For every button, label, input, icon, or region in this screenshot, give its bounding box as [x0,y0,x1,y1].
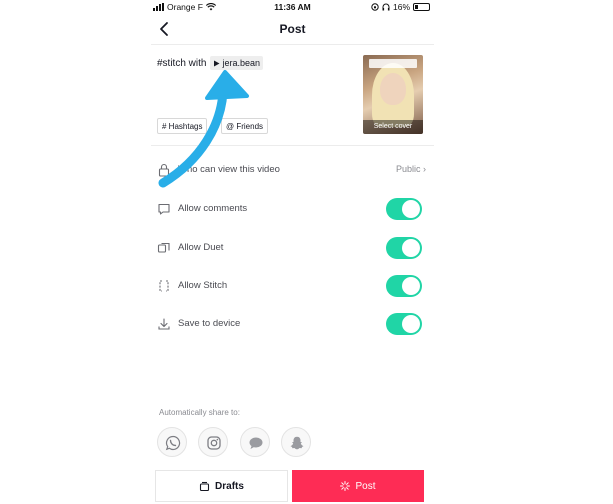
drafts-button[interactable]: Drafts [155,470,288,502]
post-button[interactable]: Post [292,470,424,502]
mention-username: jera.bean [222,58,260,68]
mention-tag[interactable]: jera.bean [210,56,263,70]
cover-face [380,73,406,105]
share-whatsapp-button[interactable] [157,427,187,457]
who-can-view-row[interactable]: Who can view this video Public › [151,158,434,182]
friends-label: @ Friends [226,121,264,131]
headphones-icon [382,3,390,11]
chevron-right-icon: › [423,164,426,174]
share-instagram-button[interactable] [198,427,228,457]
status-bar: Orange F 11:36 AM 16% [151,0,434,14]
messages-icon [249,437,263,449]
post-screen: Orange F 11:36 AM 16% Post #stitch with … [151,0,434,504]
share-messages-button[interactable] [240,427,270,457]
allow-comments-toggle[interactable] [386,198,422,220]
play-icon [214,60,220,66]
battery-percent: 16% [392,2,410,12]
allow-comments-row: Allow comments [151,197,434,221]
battery-icon [413,3,430,11]
comment-icon [158,203,170,215]
whatsapp-icon [165,435,181,451]
who-can-view-label: Who can view this video [178,164,280,175]
allow-stitch-row: Allow Stitch [151,274,434,298]
header-divider [151,44,434,45]
save-to-device-row: Save to device [151,312,434,336]
friends-button[interactable]: @ Friends [221,118,269,134]
allow-duet-row: Allow Duet [151,236,434,260]
save-to-device-toggle[interactable] [386,313,422,335]
drafts-icon [199,481,210,491]
cover-thumbnail[interactable]: Select cover [363,55,423,134]
hashtags-button[interactable]: # Hashtags [157,118,208,134]
duet-icon [157,242,170,253]
instagram-icon [207,436,221,450]
hashtags-label: # Hashtags [162,121,203,131]
drafts-label: Drafts [215,480,244,492]
page-title: Post [279,22,306,36]
allow-duet-label: Allow Duet [178,242,224,253]
allow-duet-toggle[interactable] [386,237,422,259]
header: Post [151,14,434,44]
share-label: Automatically share to: [159,408,240,417]
allow-stitch-label: Allow Stitch [178,280,228,291]
stitch-icon [159,280,169,292]
caption-input[interactable]: #stitch with jera.bean [157,56,263,70]
caption-text: #stitch with [157,57,207,69]
section-divider [151,145,434,146]
share-snapchat-button[interactable] [281,427,311,457]
allow-comments-label: Allow comments [178,203,248,214]
save-to-device-label: Save to device [178,318,241,329]
select-cover-label: Select cover [363,120,423,134]
lock-icon [158,163,170,177]
sparkle-icon [340,481,351,491]
privacy-value: Public › [395,164,426,174]
lock-rotation-icon [371,3,379,11]
cover-caption-strip [369,59,417,68]
snapchat-icon [290,436,304,450]
post-label: Post [355,480,376,492]
allow-stitch-toggle[interactable] [386,275,422,297]
download-icon [158,318,170,330]
